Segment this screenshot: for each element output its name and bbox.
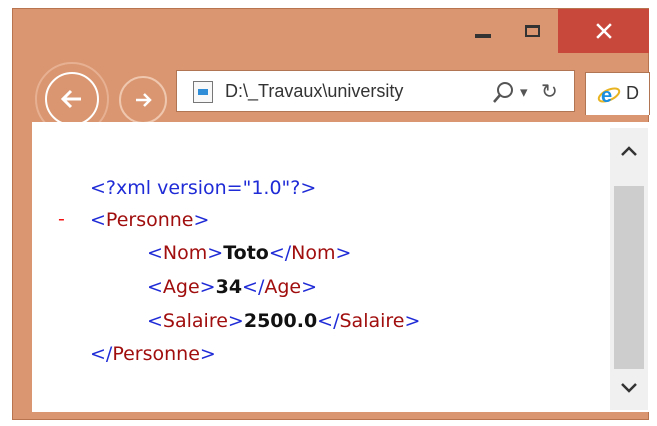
xml-nom-element: <Nom>Toto</Nom>: [147, 241, 351, 265]
collapse-toggle[interactable]: -: [58, 208, 65, 230]
close-button[interactable]: [558, 9, 649, 53]
tag-close-bracket: >: [207, 242, 224, 264]
internet-explorer-icon: e: [597, 85, 621, 107]
close-icon: [595, 23, 612, 39]
tag-close-bracket: >: [227, 310, 244, 332]
maximize-icon: [524, 25, 540, 37]
forward-arrow-icon: [136, 93, 152, 107]
end-tag-open-bracket: </: [268, 242, 292, 264]
tag-name: Age: [162, 276, 200, 298]
tag-name: Nom: [162, 242, 208, 264]
browser-tab[interactable]: e D: [585, 72, 650, 115]
end-tag-name: Age: [264, 276, 302, 298]
tag-name: Personne: [105, 209, 194, 231]
xml-declaration-text: <?xml version="1.0"?>: [90, 177, 317, 199]
tag-close-bracket: >: [199, 276, 216, 298]
tag-name: Salaire: [162, 310, 228, 332]
scrollbar-thumb[interactable]: [614, 186, 644, 369]
refresh-icon[interactable]: ↻: [541, 79, 558, 103]
minimize-button[interactable]: [459, 9, 507, 53]
tag-name: Personne: [112, 343, 200, 365]
end-tag-open-bracket: </: [242, 276, 265, 298]
xml-salaire-element: <Salaire>2500.0</Salaire>: [147, 309, 420, 333]
element-value: Toto: [223, 242, 269, 264]
scroll-up-icon: [621, 145, 637, 156]
tag-open-bracket: </: [90, 343, 113, 365]
tag-open-bracket: <: [90, 209, 106, 231]
scroll-up-button[interactable]: [610, 128, 648, 173]
end-tag-name: Nom: [291, 242, 336, 264]
minimize-icon: [475, 34, 491, 38]
scroll-down-button[interactable]: [610, 365, 648, 410]
scroll-down-icon: [621, 382, 637, 393]
address-dropdown-icon[interactable]: ▾: [520, 83, 528, 101]
tag-open-bracket: <: [147, 242, 163, 264]
svg-text:e: e: [601, 85, 612, 107]
maximize-button[interactable]: [508, 9, 556, 53]
xml-open-personne: <Personne>: [90, 208, 209, 232]
tab-label: D: [626, 83, 639, 103]
tag-close-bracket: >: [199, 343, 216, 365]
end-tag-close-bracket: >: [404, 310, 421, 332]
xml-document-view: <?xml version="1.0"?> <Personne> <Nom>To…: [32, 122, 649, 412]
xml-age-element: <Age>34</Age>: [147, 275, 317, 299]
end-tag-close-bracket: >: [301, 276, 318, 298]
tag-close-bracket: >: [193, 209, 210, 231]
element-value: 2500.0: [243, 310, 318, 332]
end-tag-open-bracket: </: [317, 310, 340, 332]
search-icon[interactable]: [491, 81, 515, 105]
back-arrow-icon: [45, 72, 99, 126]
address-url[interactable]: D:\_Travaux\university: [225, 81, 403, 102]
page-icon: [193, 81, 213, 103]
xml-close-personne: </Personne>: [90, 342, 216, 366]
end-tag-close-bracket: >: [335, 242, 352, 264]
tag-open-bracket: <: [147, 276, 163, 298]
end-tag-name: Salaire: [339, 310, 405, 332]
tag-open-bracket: <: [147, 310, 163, 332]
element-value: 34: [215, 276, 243, 298]
forward-button[interactable]: [119, 76, 167, 124]
xml-declaration: <?xml version="1.0"?>: [90, 176, 316, 200]
browser-window: D:\_Travaux\university ▾ ↻ e D <?xml ver…: [0, 0, 657, 426]
address-bar[interactable]: D:\_Travaux\university ▾ ↻: [176, 70, 575, 112]
vertical-scrollbar[interactable]: [610, 128, 648, 410]
